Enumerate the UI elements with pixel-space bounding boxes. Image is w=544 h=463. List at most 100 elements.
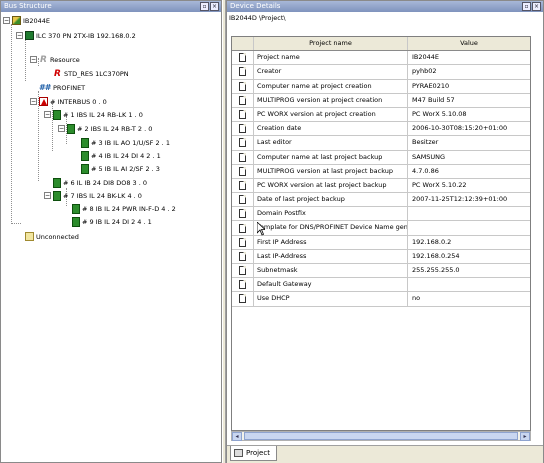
- tab-project[interactable]: Project: [230, 446, 277, 461]
- collapse-icon[interactable]: −: [44, 192, 51, 199]
- properties-grid: Project name Value Project name IB2044E Cr…: [231, 36, 531, 431]
- property-value[interactable]: IB2044E: [408, 51, 530, 64]
- tree-item-profinet[interactable]: ## PROFINET: [39, 82, 85, 93]
- collapse-icon[interactable]: −: [30, 56, 37, 63]
- collapse-icon[interactable]: −: [16, 32, 23, 39]
- property-row[interactable]: Project name IB2044E: [232, 51, 530, 66]
- tree-item-interbus[interactable]: − # INTERBUS 0 . 0: [30, 96, 107, 107]
- property-row[interactable]: Template for DNS/PROFINET Device Name ge…: [232, 221, 530, 236]
- property-value[interactable]: no: [408, 292, 530, 305]
- tree-item-controller[interactable]: − ILC 370 PN 2TX-IB 192.168.0.2: [16, 30, 136, 41]
- property-value[interactable]: 192.168.0.2: [408, 236, 530, 249]
- row-icon-cell: [232, 178, 254, 193]
- scroll-left-icon[interactable]: ◂: [232, 431, 242, 441]
- property-value[interactable]: 192.168.0.254: [408, 250, 530, 263]
- tree-item-label: # INTERBUS 0 . 0: [50, 97, 107, 106]
- property-row[interactable]: Date of last project backup 2007-11-25T12…: [232, 193, 530, 208]
- close-icon[interactable]: ×: [210, 2, 219, 11]
- row-icon-cell: [232, 51, 254, 65]
- property-value[interactable]: Besitzer: [408, 136, 530, 149]
- header-spacer: [232, 37, 254, 51]
- property-value[interactable]: 2006-10-30T08:15:20+01:00: [408, 122, 530, 135]
- tree-item-module[interactable]: # 9 IB IL 24 DI 2 4 . 1: [72, 216, 152, 227]
- property-row[interactable]: Use DHCP no: [232, 292, 530, 307]
- row-icon-cell: [232, 79, 254, 93]
- row-icon-cell: [232, 249, 254, 263]
- document-icon: [239, 180, 246, 190]
- grid-header: Project name Value: [232, 37, 530, 52]
- property-row[interactable]: MULTIPROG version at project creation M47…: [232, 93, 530, 108]
- module-icon: [81, 137, 89, 148]
- tree-item-module[interactable]: # 6 IL IB 24 DI8 DO8 3 . 0: [53, 177, 147, 188]
- property-value[interactable]: 255.255.255.0: [408, 264, 530, 277]
- tree-item-module[interactable]: # 4 IB IL 24 DI 4 2 . 1: [81, 150, 161, 161]
- collapse-icon[interactable]: −: [30, 98, 37, 105]
- property-name: Subnetmask: [254, 264, 408, 278]
- tree-item-unconnected[interactable]: Unconnected: [25, 231, 79, 242]
- property-value[interactable]: PYRAE0210: [408, 80, 530, 93]
- property-row[interactable]: Computer name at project creation PYRAE02…: [232, 79, 530, 94]
- property-row[interactable]: Last editor Besitzer: [232, 136, 530, 151]
- property-row[interactable]: Computer name at last project backup SAMS…: [232, 150, 530, 165]
- module-icon: [53, 109, 61, 120]
- property-name: Template for DNS/PROFINET Device Name ge…: [254, 221, 408, 235]
- scroll-right-icon[interactable]: ▸: [520, 431, 530, 441]
- property-row[interactable]: PC WORX version at project creation PC Wo…: [232, 107, 530, 123]
- row-icon-cell: [232, 136, 254, 150]
- property-row[interactable]: First IP Address 192.168.0.2: [232, 235, 530, 250]
- horizontal-scrollbar[interactable]: ◂ ▸: [231, 431, 531, 441]
- property-row[interactable]: Creation date 2006-10-30T08:15:20+01:00: [232, 122, 530, 137]
- pin-icon[interactable]: ▫: [200, 2, 209, 11]
- tree-item-module[interactable]: − # 1 IBS IL 24 RB-LK 1 . 0: [44, 109, 143, 120]
- collapse-icon[interactable]: −: [44, 111, 51, 118]
- device-path: IB2044D \Project\: [229, 14, 286, 22]
- property-row[interactable]: Creator pyhb02: [232, 65, 530, 80]
- resource-instance-icon: R: [54, 68, 61, 79]
- tree-item-module[interactable]: − # 7 IBS IL 24 BK-LK 4 . 0: [44, 190, 142, 201]
- property-value[interactable]: PC WorX 5.10.22: [408, 179, 530, 192]
- tree-item-module[interactable]: − # 2 IBS IL 24 RB-T 2 . 0: [58, 123, 152, 134]
- tree-item-module[interactable]: # 3 IB IL AO 1/U/SF 2 . 1: [81, 137, 170, 148]
- property-value[interactable]: [408, 221, 530, 234]
- tree-item-std-res[interactable]: R STD_RES 1LC370PN: [53, 68, 129, 79]
- property-value[interactable]: PC WorX 5.10.08: [408, 108, 530, 121]
- collapse-icon[interactable]: −: [58, 125, 65, 132]
- property-row[interactable]: Last IP-Address 192.168.0.254: [232, 249, 530, 264]
- property-row[interactable]: PC WORX version at last project backup PC…: [232, 178, 530, 194]
- property-row[interactable]: MULTIPROG version at last project backup…: [232, 164, 530, 179]
- property-value[interactable]: M47 Build 57: [408, 94, 530, 107]
- column-header-value[interactable]: Value: [408, 37, 530, 50]
- collapse-icon[interactable]: −: [3, 17, 10, 24]
- document-icon: [239, 280, 246, 290]
- resource-icon: R: [40, 54, 47, 65]
- tree-item-resource[interactable]: − R Resource: [30, 54, 80, 65]
- tab-label: Project: [246, 449, 270, 457]
- property-value[interactable]: pyhb02: [408, 65, 530, 78]
- pin-icon[interactable]: ▫: [522, 2, 531, 11]
- tree-item-label: IB2044E: [23, 16, 51, 25]
- property-row[interactable]: Domain Postfix: [232, 207, 530, 222]
- module-icon: [72, 203, 80, 214]
- tree-item-module[interactable]: # 5 IB IL AI 2/SF 2 . 3: [81, 163, 160, 174]
- document-icon: [239, 223, 246, 233]
- property-value[interactable]: 4.7.0.86: [408, 165, 530, 178]
- tree-item-project[interactable]: − IB2044E: [3, 15, 50, 26]
- row-icon-cell: [232, 93, 254, 107]
- document-icon: [239, 294, 246, 304]
- property-value[interactable]: [408, 207, 530, 220]
- property-name: Last IP-Address: [254, 249, 408, 263]
- document-icon: [239, 237, 246, 247]
- property-name: PC WORX version at last project backup: [254, 178, 408, 193]
- scroll-thumb[interactable]: [244, 432, 518, 440]
- property-value[interactable]: SAMSUNG: [408, 151, 530, 164]
- module-icon: [53, 190, 61, 201]
- property-value[interactable]: [408, 278, 530, 291]
- column-header-name[interactable]: Project name: [254, 37, 408, 51]
- property-name: PC WORX version at project creation: [254, 107, 408, 122]
- property-value[interactable]: 2007-11-25T12:12:39+01:00: [408, 193, 530, 206]
- tree-item-module[interactable]: # 8 IB IL 24 PWR IN-F-D 4 . 2: [72, 203, 176, 214]
- property-row[interactable]: Subnetmask 255.255.255.0: [232, 264, 530, 279]
- row-icon-cell: [232, 221, 254, 235]
- close-icon[interactable]: ×: [532, 2, 541, 11]
- property-row[interactable]: Default Gateway: [232, 278, 530, 293]
